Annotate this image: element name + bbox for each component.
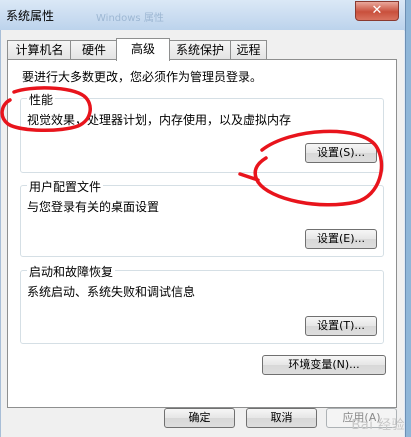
- tab-computer-name[interactable]: 计算机名: [7, 40, 72, 60]
- user-profiles-description: 与您登录有关的桌面设置: [27, 200, 160, 214]
- cancel-button[interactable]: 取消: [246, 408, 317, 428]
- tab-advanced[interactable]: 高级: [116, 38, 170, 61]
- startup-recovery-description: 系统启动、系统失败和调试信息: [27, 285, 196, 299]
- window-title: 系统属性: [6, 9, 55, 23]
- ok-button[interactable]: 确定: [164, 408, 235, 428]
- system-properties-window: 系统属性 Windows 属性 ✕ 计算机名 硬件 高级 系统保护 远程 要进行…: [0, 0, 406, 437]
- close-button[interactable]: ✕: [355, 1, 399, 21]
- startup-recovery-title: 启动和故障恢复: [27, 263, 116, 280]
- tab-remote[interactable]: 远程: [230, 40, 267, 60]
- tab-hardware[interactable]: 硬件: [70, 40, 118, 60]
- startup-recovery-settings-button[interactable]: 设置(T)...: [305, 316, 377, 336]
- startup-recovery-group: 启动和故障恢复 系统启动、系统失败和调试信息 设置(T)...: [20, 263, 384, 344]
- user-profiles-group: 用户配置文件 与您登录有关的桌面设置 设置(E)...: [20, 178, 384, 257]
- baidu-watermark-logo: Bai 经验: [351, 418, 405, 433]
- tab-system-protection[interactable]: 系统保护: [168, 40, 232, 60]
- performance-title: 性能: [27, 91, 56, 108]
- background-window-title: Windows 属性: [96, 13, 164, 24]
- performance-group: 性能 视觉效果，处理器计划，内存使用，以及虚拟内存 设置(S)...: [20, 91, 384, 173]
- user-profiles-title: 用户配置文件: [27, 178, 104, 195]
- close-icon: ✕: [371, 3, 383, 18]
- dialog-body: 计算机名 硬件 高级 系统保护 远程 要进行大多数更改，您必须作为管理员登录。 …: [0, 30, 404, 437]
- advanced-tab-panel: 要进行大多数更改，您必须作为管理员登录。 性能 视觉效果，处理器计划，内存使用，…: [7, 59, 397, 408]
- tab-strip: 计算机名 硬件 高级 系统保护 远程: [7, 38, 403, 61]
- environment-variables-button[interactable]: 环境变量(N)...: [262, 355, 386, 375]
- user-profiles-settings-button[interactable]: 设置(E)...: [305, 229, 377, 249]
- title-bar[interactable]: 系统属性 Windows 属性 ✕: [0, 0, 405, 30]
- performance-description: 视觉效果，处理器计划，内存使用，以及虚拟内存: [27, 113, 292, 127]
- admin-note: 要进行大多数更改，您必须作为管理员登录。: [22, 70, 263, 84]
- performance-settings-button[interactable]: 设置(S)...: [305, 143, 377, 163]
